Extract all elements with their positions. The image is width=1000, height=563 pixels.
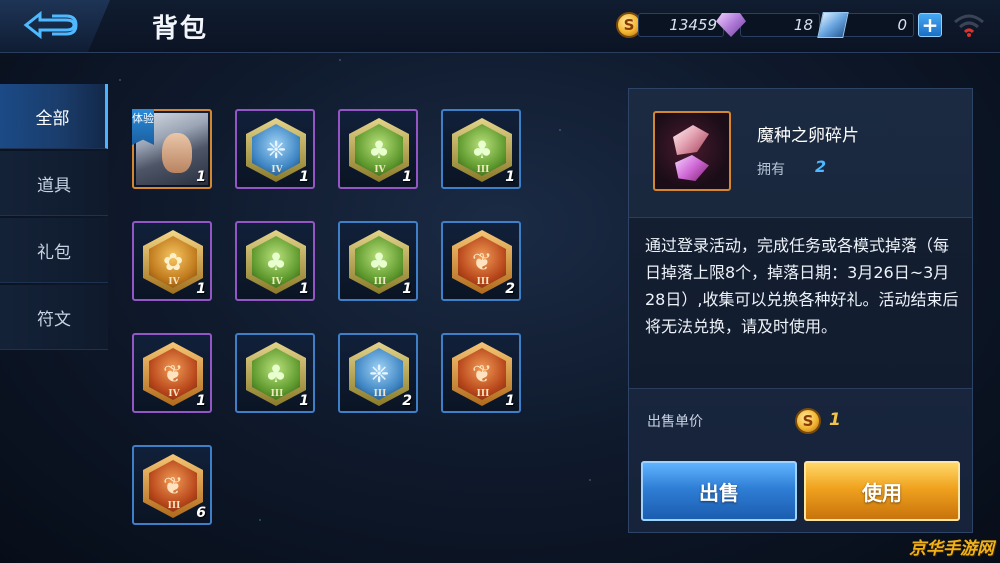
wifi-signal-icon <box>954 14 984 37</box>
item-detail-panel: 魔种之卵碎片 拥有 2 通过登录活动，完成任务或各模式掉落（每日掉落上限8个，掉… <box>628 88 973 533</box>
rune-green-icon: ♣ <box>471 136 493 164</box>
rune-item-slot[interactable]: ❈ III 2 <box>338 333 418 413</box>
rune-green-icon: ♣ <box>265 248 287 276</box>
rune-item-slot[interactable]: ♣ III 1 <box>441 109 521 189</box>
gold-display: S 13459 <box>616 10 724 40</box>
item-count: 1 <box>505 393 515 409</box>
rune-orange-icon: ❦ <box>162 360 184 388</box>
rune-item-slot[interactable]: ♣ IV 1 <box>338 109 418 189</box>
crystal-icon <box>817 12 849 38</box>
rune-green-icon: ♣ <box>368 136 390 164</box>
back-arrow-icon <box>23 10 78 40</box>
owned-label: 拥有 <box>757 162 785 178</box>
egg-shard-icon <box>653 111 731 191</box>
diamond-display: 18 <box>716 10 820 40</box>
item-count: 1 <box>299 393 309 409</box>
add-currency-button[interactable]: + <box>918 13 942 37</box>
tab-runes[interactable]: 符文 <box>0 285 108 350</box>
tab-all[interactable]: 全部 <box>0 84 108 149</box>
item-count: 2 <box>505 281 515 297</box>
item-name: 魔种之卵碎片 <box>757 126 859 146</box>
item-count: 1 <box>196 169 206 185</box>
sell-price-row: 出售单价 S 1 <box>629 401 972 441</box>
rune-item-slot[interactable]: ❦ III 1 <box>441 333 521 413</box>
inventory-grid: 体验 1 ❈ IV 1 ♣ IV 1 ♣ III 1 ✿ IV 1 ♣ IV 1 ♣ III 1 ❦ III 2 ❦ IV 1 ♣ I… <box>112 52 617 563</box>
item-count: 1 <box>402 169 412 185</box>
rune-item-slot[interactable]: ❈ IV 1 <box>235 109 315 189</box>
page-title: 背包 <box>152 14 209 44</box>
rune-gold-icon: ✿ <box>162 248 184 276</box>
top-bar: 背包 S 13459 18 0 + <box>0 0 1000 53</box>
item-count: 1 <box>196 393 206 409</box>
gold-amount: 13459 <box>638 13 724 37</box>
rune-green-icon: ♣ <box>265 360 287 388</box>
item-count: 1 <box>299 169 309 185</box>
category-tabs: 全部 道具 礼包 符文 <box>0 84 108 352</box>
hero-face <box>162 133 192 173</box>
sell-button[interactable]: 出售 <box>641 461 797 521</box>
sell-price-value: 1 <box>829 410 841 430</box>
gold-coin-icon: S <box>795 408 821 434</box>
owned-count: 2 <box>815 157 827 176</box>
rune-orange-icon: ❦ <box>162 472 184 500</box>
rune-item-slot[interactable]: ♣ III 1 <box>338 221 418 301</box>
rune-item-slot[interactable]: ❦ IV 1 <box>132 333 212 413</box>
rune-item-slot[interactable]: ♣ IV 1 <box>235 221 315 301</box>
rune-blue-icon: ❈ <box>265 136 287 164</box>
rune-item-slot[interactable]: ❦ III 6 <box>132 445 212 525</box>
item-count: 1 <box>402 281 412 297</box>
rune-item-slot[interactable]: ❦ III 2 <box>441 221 521 301</box>
tab-gift-packs[interactable]: 礼包 <box>0 218 108 283</box>
item-count: 1 <box>299 281 309 297</box>
tab-items[interactable]: 道具 <box>0 151 108 216</box>
back-button[interactable] <box>0 0 110 52</box>
shard-fragment <box>673 125 709 155</box>
rune-orange-icon: ❦ <box>471 248 493 276</box>
rune-item-slot[interactable]: ♣ III 1 <box>235 333 315 413</box>
rune-green-icon: ♣ <box>368 248 390 276</box>
rune-item-slot[interactable]: ✿ IV 1 <box>132 221 212 301</box>
sell-price-label: 出售单价 <box>647 414 703 430</box>
item-count: 1 <box>505 169 515 185</box>
rune-orange-icon: ❦ <box>471 360 493 388</box>
shard-fragment <box>675 155 709 181</box>
rune-blue-icon: ❈ <box>368 360 390 388</box>
use-button[interactable]: 使用 <box>804 461 960 521</box>
item-count: 6 <box>196 505 206 521</box>
item-description: 通过登录活动，完成任务或各模式掉落（每日掉落上限8个，掉落日期：3月26日~3月… <box>645 236 959 336</box>
hero-trial-card[interactable]: 体验 1 <box>132 109 212 189</box>
item-count: 1 <box>196 281 206 297</box>
item-count: 2 <box>402 393 412 409</box>
diamond-amount: 18 <box>740 13 820 37</box>
watermark-text: 京华手游网 <box>909 539 994 559</box>
description-box: 通过登录活动，完成任务或各模式掉落（每日掉落上限8个，掉落日期：3月26日~3月… <box>629 217 972 389</box>
crystal-display: 0 + <box>817 10 942 40</box>
crystal-amount: 0 <box>842 13 914 37</box>
